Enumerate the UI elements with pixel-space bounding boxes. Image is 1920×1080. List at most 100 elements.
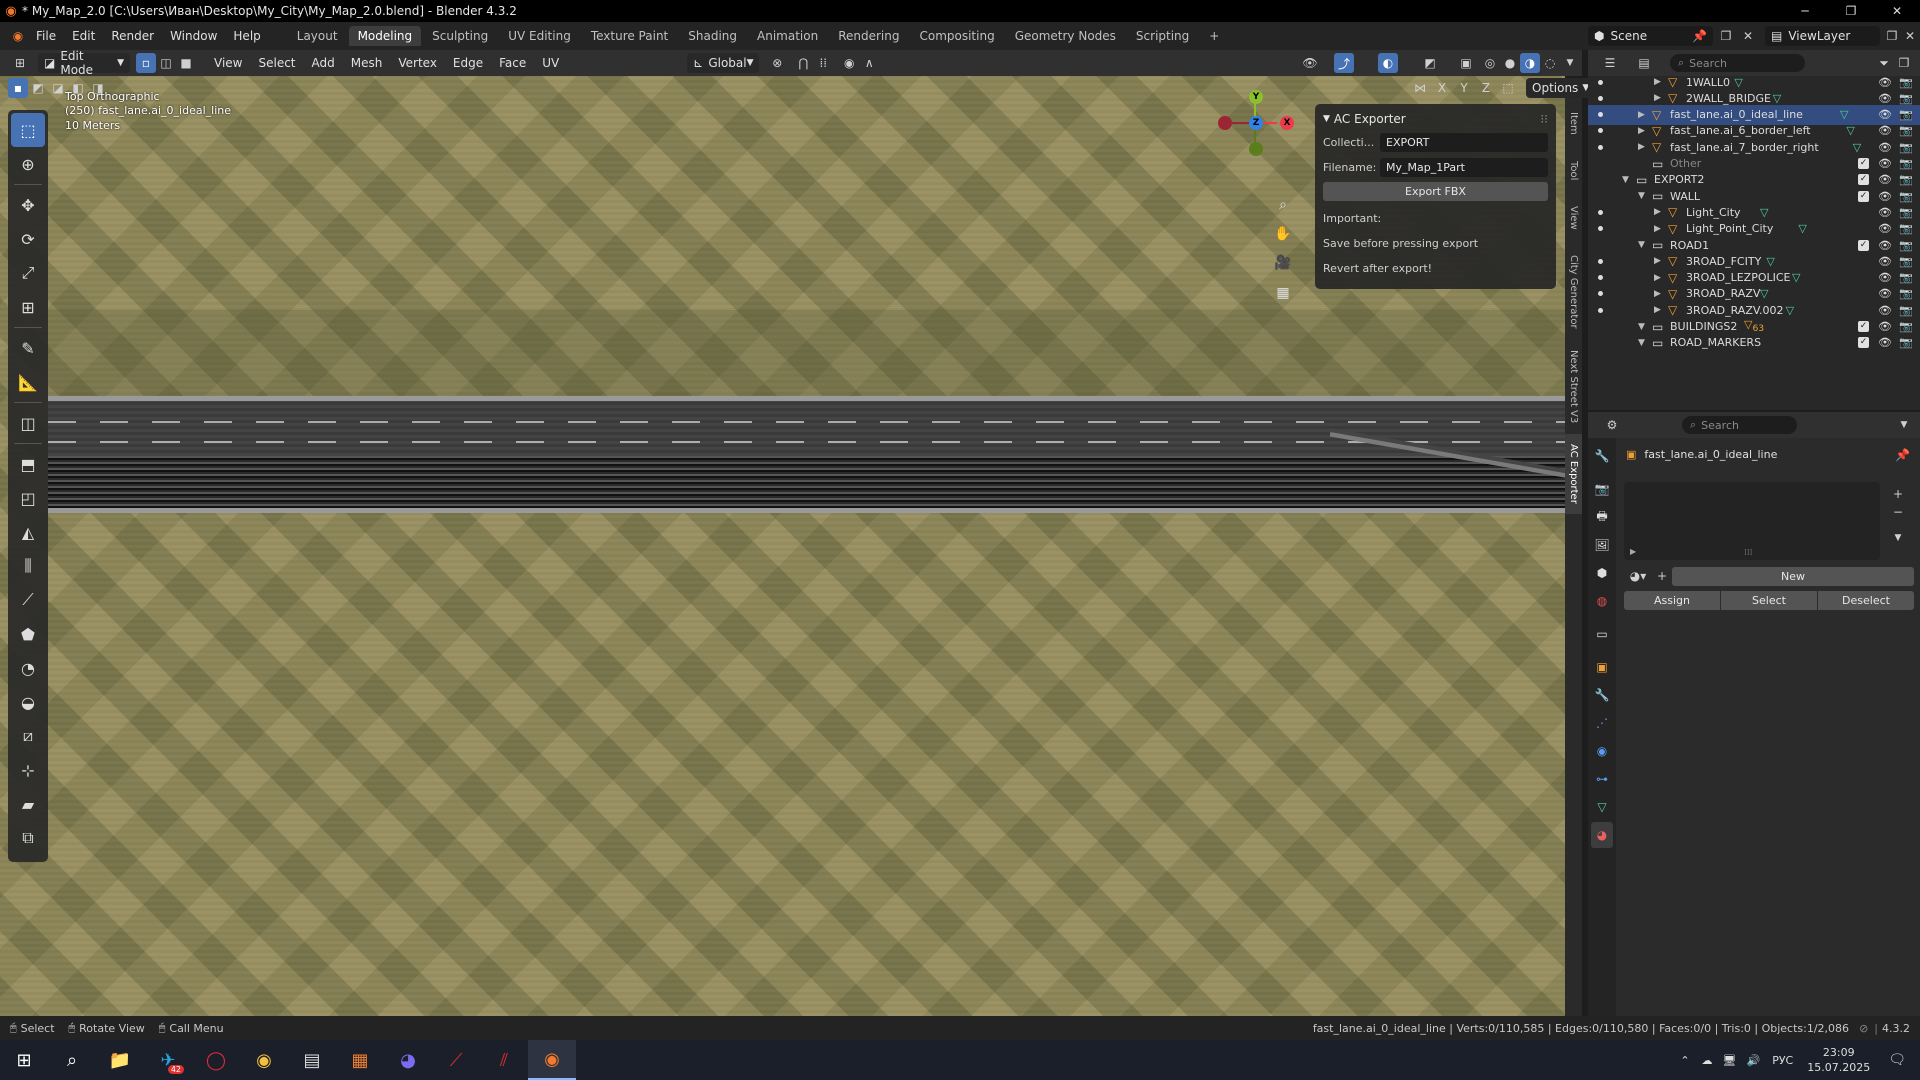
visibility-dot[interactable]	[1598, 275, 1603, 281]
render-camera-icon[interactable]: 📷	[1899, 336, 1913, 349]
loop-cut-tool-icon[interactable]: ⫼	[11, 549, 45, 583]
mirror-y-button[interactable]: Y	[1454, 78, 1474, 98]
new-material-icon[interactable]: +	[1652, 566, 1672, 586]
chevron-down-icon[interactable]: ▼	[1622, 175, 1629, 185]
render-camera-icon[interactable]: 📷	[1899, 108, 1913, 121]
render-camera-icon[interactable]: 📷	[1899, 124, 1913, 137]
pivot-point-icon[interactable]: ⊗	[767, 53, 787, 73]
visibility-dot[interactable]	[1598, 307, 1603, 313]
collection-properties-icon[interactable]: ▭	[1591, 621, 1613, 647]
delete-viewlayer-icon[interactable]: ✕	[1900, 26, 1920, 46]
options-dropdown[interactable]: Options ▼	[1526, 78, 1596, 98]
exclude-checkbox[interactable]: ✓	[1858, 239, 1869, 251]
view-layer-properties-icon[interactable]: 🖼	[1591, 532, 1613, 558]
eye-icon[interactable]: 👁	[1878, 320, 1892, 333]
smooth-tool-icon[interactable]: ◒	[11, 685, 45, 719]
tab-shading[interactable]: Shading	[679, 26, 746, 46]
snap-icon[interactable]: ⋂	[793, 53, 813, 73]
tab-city-generator[interactable]: City Generator	[1565, 244, 1582, 340]
mesh-data-icon[interactable]: ▽	[1760, 287, 1768, 300]
viewlayer-selector[interactable]: ▤ ViewLayer	[1765, 26, 1880, 46]
menu-help[interactable]: Help	[225, 29, 268, 43]
properties-search[interactable]: ⌕ Search	[1682, 416, 1797, 434]
shading-wireframe-icon[interactable]: ◎	[1480, 53, 1500, 73]
mesh-data-icon[interactable]: ▽	[1773, 92, 1781, 105]
file-explorer-icon[interactable]: 📁	[96, 1040, 144, 1080]
menu-render[interactable]: Render	[103, 29, 162, 43]
menu-add[interactable]: Add	[304, 56, 343, 70]
menu-edit[interactable]: Edit	[64, 29, 103, 43]
outliner-editor-icon[interactable]: ☰	[1600, 53, 1620, 73]
rip-region-tool-icon[interactable]: ⧉	[11, 821, 45, 855]
tool-properties-icon[interactable]: 🔧	[1591, 443, 1613, 469]
menu-file[interactable]: File	[28, 29, 64, 43]
visibility-dot[interactable]	[1598, 258, 1603, 264]
minimize-button[interactable]: ─	[1782, 0, 1828, 22]
exclude-checkbox[interactable]: ✓	[1858, 174, 1869, 186]
eye-icon[interactable]: 👁	[1878, 141, 1892, 154]
visibility-icon[interactable]: 👁	[1300, 53, 1320, 73]
tab-compositing[interactable]: Compositing	[910, 26, 1003, 46]
render-camera-icon[interactable]: 📷	[1899, 92, 1913, 105]
chevron-down-icon[interactable]: ▼	[1638, 338, 1645, 348]
blender-taskbar-icon[interactable]: ◉	[528, 1040, 576, 1080]
chevron-down-icon[interactable]: ▼	[1638, 240, 1645, 250]
mirror-options-icon[interactable]: ⋈	[1410, 78, 1430, 98]
chevron-right-icon[interactable]: ▶	[1654, 256, 1661, 266]
render-camera-icon[interactable]: 📷	[1899, 173, 1913, 186]
resize-handle-icon[interactable]: ⁞⁞⁞	[1744, 548, 1753, 558]
camera-view-icon[interactable]: 🎥	[1272, 252, 1294, 274]
search-icon[interactable]: ⌕	[48, 1040, 96, 1080]
visibility-dot[interactable]	[1598, 128, 1603, 134]
edge-select-icon[interactable]: ◫	[156, 53, 176, 73]
shading-material-icon[interactable]: ◑	[1520, 53, 1540, 73]
properties-editor-icon[interactable]: ⚙	[1602, 415, 1622, 435]
ortho-grid-icon[interactable]: ▦	[1272, 282, 1294, 304]
menu-window[interactable]: Window	[162, 29, 225, 43]
eye-icon[interactable]: 👁	[1878, 287, 1892, 300]
eye-icon[interactable]: 👁	[1878, 76, 1892, 89]
chevron-right-icon[interactable]: ▶	[1654, 93, 1661, 103]
add-slot-icon[interactable]: +	[1888, 484, 1908, 504]
blender-menu-icon[interactable]: ◉	[8, 26, 28, 46]
knife-tool-icon[interactable]: ⟋	[11, 583, 45, 617]
vertex-select-icon[interactable]: ▫	[136, 53, 156, 73]
tab-view[interactable]: View	[1565, 196, 1582, 240]
select-invert-icon[interactable]: ◧	[68, 78, 88, 98]
render-camera-icon[interactable]: 📷	[1899, 271, 1913, 284]
mesh-data-icon[interactable]: ▽	[1734, 76, 1742, 89]
filename-field[interactable]: My_Map_1Part	[1380, 158, 1548, 177]
xray-toggle-icon[interactable]: ▣	[1456, 53, 1476, 73]
delete-scene-icon[interactable]: ✕	[1738, 26, 1758, 46]
visibility-dot[interactable]	[1598, 112, 1603, 118]
onedrive-icon[interactable]: ☁	[1702, 1054, 1713, 1067]
render-properties-icon[interactable]: 📷	[1591, 476, 1613, 502]
shading-solid-icon[interactable]: ●	[1500, 53, 1520, 73]
pin-icon[interactable]: 📌	[1692, 29, 1707, 43]
falloff-icon[interactable]: ∧	[859, 53, 879, 73]
discord-icon[interactable]: ◕	[384, 1040, 432, 1080]
new-collection-icon[interactable]: ❐	[1894, 53, 1914, 73]
notepad-icon[interactable]: ▤	[288, 1040, 336, 1080]
render-camera-icon[interactable]: 📷	[1899, 239, 1913, 252]
chevron-right-icon[interactable]: ▶	[1654, 207, 1661, 217]
auto-merge-icon[interactable]: ⬚	[1498, 78, 1518, 98]
mesh-data-icon[interactable]: ▽	[1766, 255, 1774, 268]
extrude-tool-icon[interactable]: ⬒	[11, 447, 45, 481]
select-new-icon[interactable]: ▪	[8, 78, 28, 98]
visibility-dot[interactable]	[1598, 144, 1603, 150]
chevron-right-icon[interactable]: ▶	[1654, 224, 1661, 234]
select-subtract-icon[interactable]: ◪	[48, 78, 68, 98]
add-cube-tool-icon[interactable]: ◫	[11, 406, 45, 440]
eye-icon[interactable]: 👁	[1878, 124, 1892, 137]
snap-target-icon[interactable]: ⁞⁞	[813, 53, 833, 73]
expand-icon[interactable]: ▶	[1630, 547, 1636, 556]
visibility-dot[interactable]	[1598, 95, 1603, 101]
scene-selector[interactable]: ⬢ Scene 📌	[1588, 26, 1713, 46]
shear-tool-icon[interactable]: ▰	[11, 787, 45, 821]
chevron-down-icon[interactable]: ▼	[1638, 191, 1645, 201]
eye-icon[interactable]: 👁	[1878, 271, 1892, 284]
menu-vertex[interactable]: Vertex	[390, 56, 445, 70]
render-camera-icon[interactable]: 📷	[1899, 304, 1913, 317]
poly-build-tool-icon[interactable]: ⬟	[11, 617, 45, 651]
